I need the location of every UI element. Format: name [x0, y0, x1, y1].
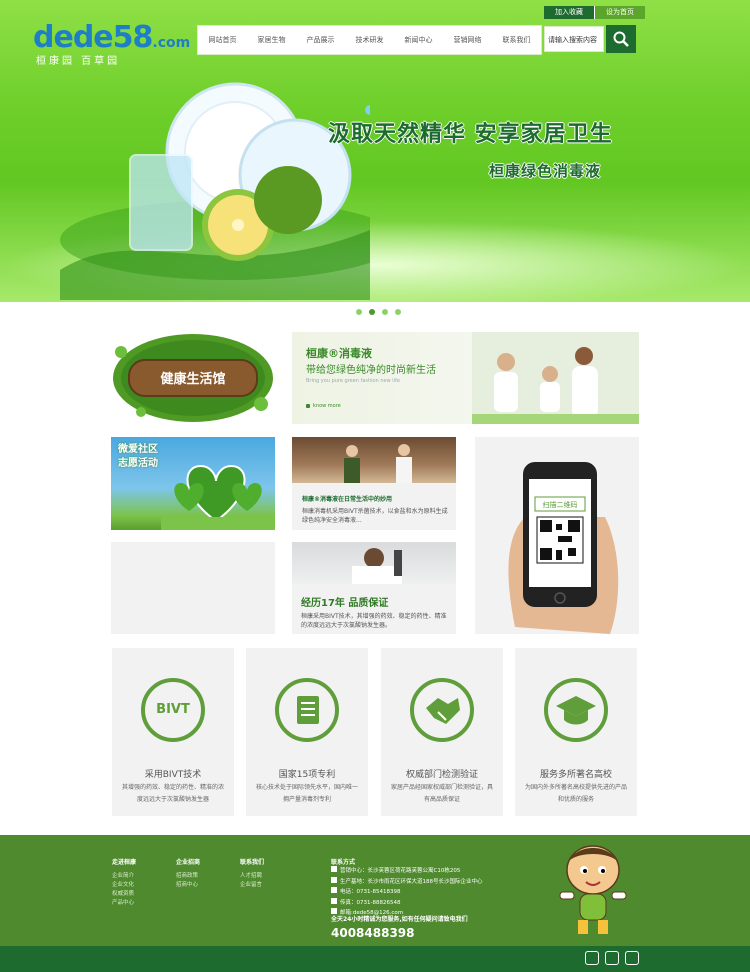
- patent-book-icon: [275, 678, 339, 742]
- feature-card-bivt[interactable]: BIVT 采用BIVT技术 其增强的药效、稳定的药性、精准的浓度远远大于次氯酸钠…: [112, 648, 234, 816]
- nav-item-contact[interactable]: 联系我们: [492, 26, 541, 54]
- search-icon: [613, 31, 629, 47]
- footer-col-business-title: 企业招商: [176, 859, 201, 866]
- service-hotline-text: 全天24小时精诚为您服务,如有任何疑问请致电我们: [331, 916, 468, 923]
- contact-line-marketing: 营销中心：长沙芙蓉区荷花路芙蓉公寓C10栋205: [331, 866, 483, 877]
- footer-link[interactable]: 招商中心: [176, 881, 198, 890]
- footer-link[interactable]: 人才招聘: [240, 872, 262, 881]
- nav-item-products[interactable]: 产品展示: [296, 26, 345, 54]
- carousel-dot[interactable]: [356, 309, 362, 315]
- promo-title: 桓康®消毒液: [306, 347, 372, 360]
- feature-title: 服务多所著名高校: [539, 770, 612, 780]
- news2-title[interactable]: 经历17年 品质保证: [301, 594, 388, 609]
- footer-col-business: 招商政策 招商中心: [176, 872, 198, 890]
- banner-product-name: 桓康绿色消毒液: [489, 162, 602, 180]
- community-title-line1: 微爱社区: [118, 444, 158, 455]
- mascot-image: [559, 845, 627, 934]
- add-favorite-link[interactable]: 加入收藏: [544, 6, 594, 19]
- community-title-line2: 志愿活动: [118, 458, 158, 469]
- carousel-dot-active[interactable]: [369, 309, 375, 315]
- wood-sign-text: 健康生活馆: [160, 371, 225, 387]
- heart-topiary-image: [161, 464, 275, 530]
- nav-item-biology[interactable]: 家居生物: [247, 26, 296, 54]
- nav-item-news[interactable]: 新闻中心: [394, 26, 443, 54]
- building-icon: [331, 876, 337, 883]
- qr-code-tile[interactable]: 扫描二维码: [475, 437, 639, 634]
- fax-icon: [331, 897, 337, 904]
- carousel-dot[interactable]: [395, 309, 401, 315]
- carousel-dot[interactable]: [382, 309, 388, 315]
- phone-icon: [331, 887, 337, 893]
- top-links: 加入收藏 设为首页: [544, 6, 645, 19]
- family-photo: [472, 332, 639, 424]
- hotline-number: 4008488398: [331, 926, 415, 940]
- contact-info: 营销中心：长沙芙蓉区荷花路芙蓉公寓C10栋205 生产基地：长沙市雨花区环保大道…: [331, 866, 483, 919]
- qr-label: 扫描二维码: [543, 500, 578, 509]
- feature-title: 国家15项专利: [278, 770, 336, 780]
- search-input[interactable]: 请输入搜索内容: [544, 26, 604, 52]
- bivt-icon-label: BIVT: [156, 702, 190, 717]
- couple-photo: [344, 444, 412, 483]
- feature-title: 采用BIVT技术: [144, 770, 202, 780]
- logo-tld: .com: [152, 35, 191, 51]
- nav-item-home[interactable]: 网站首页: [198, 26, 247, 54]
- news1-image[interactable]: [292, 437, 456, 483]
- news1-desc: 桓康消毒机采用BIVT杀菌技术，以食盐和水为原料生成绿色纯净安全消毒液...: [302, 508, 448, 524]
- footer-link[interactable]: 产品中心: [112, 899, 134, 908]
- empty-tile: [111, 542, 275, 634]
- feature-desc: 家居产品经国家权威部门检测验证，具有高品质保证: [390, 784, 493, 803]
- wechat-icon[interactable]: [605, 951, 619, 965]
- know-more-link[interactable]: know more: [313, 403, 341, 409]
- set-homepage-link[interactable]: 设为首页: [594, 6, 645, 19]
- news1-title[interactable]: 桓康®消毒液在日常生活中的妙用: [302, 494, 392, 503]
- qzone-icon[interactable]: [625, 951, 639, 965]
- footer-col-about: 企业简介 企业文化 权威资质 产品中心: [112, 872, 134, 908]
- news2-image[interactable]: [292, 542, 456, 584]
- feature-card-universities[interactable]: 服务多所著名高校 为国内外多所著名高校提供先进的产品和优质的服务: [515, 648, 637, 816]
- footer-link[interactable]: 企业留言: [240, 881, 262, 890]
- bivt-icon: BIVT: [141, 678, 205, 742]
- hand-phone-image: 扫描二维码: [508, 462, 619, 634]
- feature-title: 权威部门检测验证: [405, 770, 478, 780]
- feature-desc: 为国内外多所著名高校提供先进的产品和优质的服务: [524, 784, 627, 803]
- microscope-photo: [352, 548, 402, 584]
- footer-link[interactable]: 企业文化: [112, 881, 134, 890]
- promo-english: Bring you pure green fashion new life: [306, 378, 400, 384]
- graduation-cap-icon: [544, 678, 608, 742]
- community-title: 微爱社区 志愿活动: [118, 443, 158, 471]
- nav-item-research[interactable]: 技术研发: [345, 26, 394, 54]
- arrow-icon: [306, 404, 310, 408]
- main-nav: 网站首页 家居生物 产品展示 技术研发 新闻中心 营销网络 联系我们: [197, 25, 542, 55]
- footer-link[interactable]: 权威资质: [112, 890, 134, 899]
- news2-desc: 桓康采用BIVT技术，其增强的药效、稳定的药性、精准的浓度远远大于次氯酸钠发生器…: [301, 613, 447, 629]
- nav-item-marketing[interactable]: 营销网络: [443, 26, 492, 54]
- banner-illustration: [60, 82, 370, 300]
- carousel-dots: [356, 309, 401, 315]
- footer-col-contact-title: 联系我们: [240, 859, 265, 866]
- wood-sign-image[interactable]: 健康生活馆: [111, 332, 275, 424]
- home-icon: [331, 866, 337, 872]
- hero-banner[interactable]: dede58.com 桓康园 百草园 加入收藏 设为首页 网站首页 家居生物 产…: [0, 0, 750, 302]
- footer-col-contact: 人才招聘 企业留言: [240, 872, 262, 890]
- contact-line-fax: 传真：0731-88826548: [331, 897, 483, 909]
- contact-line-factory: 生产基地：长沙市雨花区环保大道188号长沙国际企业中心: [331, 876, 483, 888]
- footer-link[interactable]: 招商政策: [176, 872, 198, 881]
- contact-line-phone: 电话：0731-85418398: [331, 887, 483, 898]
- handshake-icon: [410, 678, 474, 742]
- feature-desc: 其增强的药效、稳定的药性、精准的浓度远远大于次氯酸钠发生器: [121, 784, 224, 803]
- search-button[interactable]: [606, 25, 636, 53]
- logo-brand: dede58: [33, 20, 153, 55]
- footer-link[interactable]: 企业简介: [112, 872, 134, 881]
- feature-card-patent[interactable]: 国家15项专利 核心技术处于国际领先水平，国内唯一拥产量消毒剂专利: [246, 648, 368, 816]
- footer-col-about-title: 走进桓康: [112, 859, 137, 866]
- contact-title: 联系方式: [331, 859, 356, 866]
- feature-desc: 核心技术处于国际领先水平，国内唯一拥产量消毒剂专利: [255, 784, 358, 803]
- promo-subtitle: 带给您绿色纯净的时尚新生活: [306, 365, 436, 376]
- weibo-icon[interactable]: [585, 951, 599, 965]
- logo-subtitle: 桓康园 百草园: [36, 56, 121, 67]
- feature-card-inspection[interactable]: 权威部门检测验证 家居产品经国家权威部门检测验证，具有高品质保证: [381, 648, 503, 816]
- banner-slogan: 汲取天然精华 安享家居卫生: [328, 122, 613, 147]
